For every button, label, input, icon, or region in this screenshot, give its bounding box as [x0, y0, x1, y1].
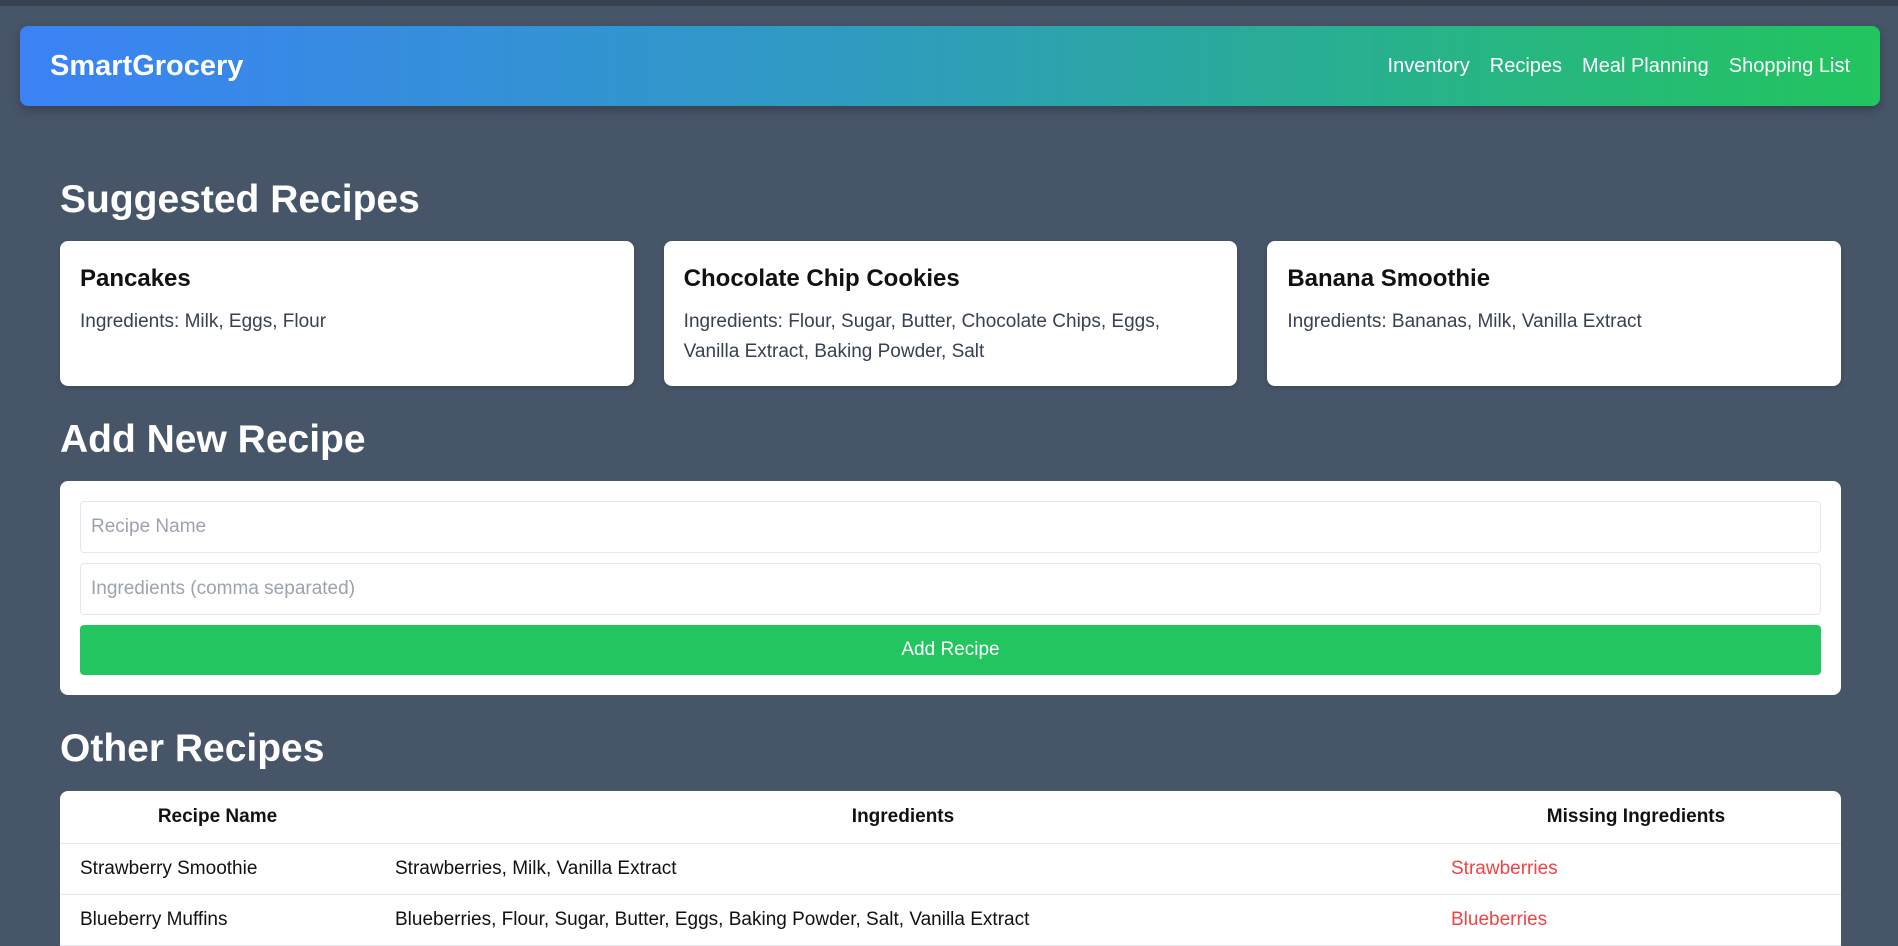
table-row[interactable]: Strawberry Smoothie Strawberries, Milk, …	[60, 843, 1841, 895]
nav-links: Inventory Recipes Meal Planning Shopping…	[1388, 55, 1850, 78]
recipe-card-ingredients: Ingredients: Bananas, Milk, Vanilla Extr…	[1287, 311, 1642, 332]
recipe-name-cell: Strawberry Smoothie	[60, 843, 375, 895]
recipe-card-title: Chocolate Chip Cookies	[683, 265, 960, 292]
ingredients-cell: Blueberries, Flour, Sugar, Butter, Eggs,…	[375, 894, 1431, 946]
column-header-ingredients: Ingredients	[375, 791, 1431, 844]
missing-ingredients-cell: Blueberries	[1431, 894, 1841, 946]
nav-link-shopping-list[interactable]: Shopping List	[1729, 55, 1850, 78]
add-recipe-button[interactable]: Add Recipe	[80, 625, 1821, 675]
other-recipes-table-panel: Recipe Name Ingredients Missing Ingredie…	[60, 791, 1841, 946]
nav-link-meal-planning[interactable]: Meal Planning	[1582, 55, 1709, 78]
recipe-ingredients-input[interactable]	[80, 563, 1821, 615]
nav-link-recipes[interactable]: Recipes	[1490, 55, 1562, 78]
recipe-name-input[interactable]	[80, 501, 1821, 553]
table-row[interactable]: Blueberry Muffins Blueberries, Flour, Su…	[60, 894, 1841, 946]
recipe-card-title: Banana Smoothie	[1287, 265, 1491, 292]
column-header-missing-ingredients: Missing Ingredients	[1431, 791, 1841, 844]
add-recipe-form: Add Recipe	[60, 481, 1841, 695]
column-header-recipe-name: Recipe Name	[60, 791, 375, 844]
add-recipe-heading: Add New Recipe	[60, 418, 366, 461]
other-recipes-heading: Other Recipes	[60, 727, 325, 770]
other-recipes-table: Recipe Name Ingredients Missing Ingredie…	[60, 791, 1841, 946]
brand-logo[interactable]: SmartGrocery	[50, 50, 243, 83]
nav-link-inventory[interactable]: Inventory	[1388, 55, 1470, 78]
recipe-card[interactable]: Pancakes Ingredients: Milk, Eggs, Flour	[60, 241, 634, 386]
recipe-name-cell: Blueberry Muffins	[60, 894, 375, 946]
missing-ingredients-cell: Strawberries	[1431, 843, 1841, 895]
window-top-edge	[0, 0, 1898, 6]
navbar: SmartGrocery Inventory Recipes Meal Plan…	[20, 26, 1880, 106]
ingredients-cell: Strawberries, Milk, Vanilla Extract	[375, 843, 1431, 895]
suggested-recipes-heading: Suggested Recipes	[60, 178, 420, 221]
table-header-row: Recipe Name Ingredients Missing Ingredie…	[60, 791, 1841, 844]
recipe-card[interactable]: Chocolate Chip Cookies Ingredients: Flou…	[663, 241, 1238, 386]
suggested-recipes-cards: Pancakes Ingredients: Milk, Eggs, Flour …	[60, 241, 1842, 386]
recipe-card-ingredients: Ingredients: Milk, Eggs, Flour	[80, 311, 327, 332]
recipe-card-title: Pancakes	[80, 265, 191, 292]
recipe-card-ingredients: Ingredients: Flour, Sugar, Butter, Choco…	[683, 311, 1160, 362]
recipe-card[interactable]: Banana Smoothie Ingredients: Bananas, Mi…	[1267, 241, 1842, 386]
